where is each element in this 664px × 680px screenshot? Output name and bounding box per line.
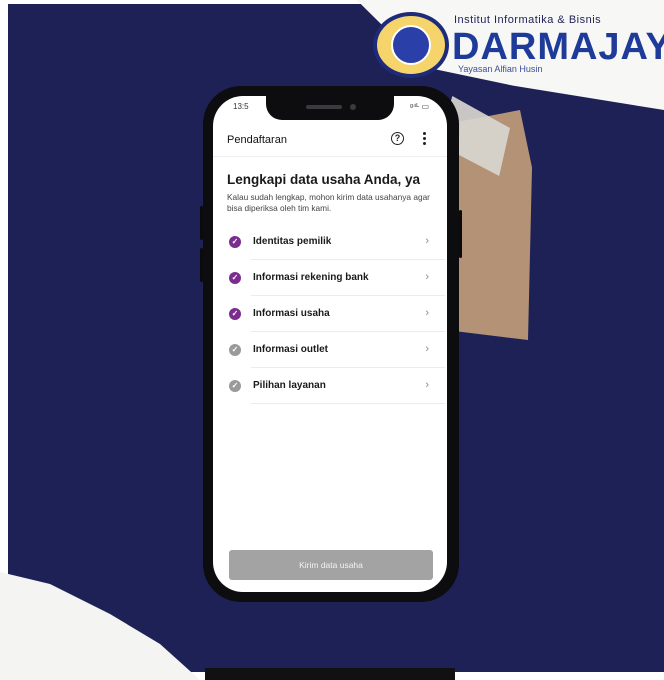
- more-vert-icon[interactable]: [423, 132, 427, 146]
- divider: [251, 403, 445, 404]
- check-circle-icon: ✓: [229, 344, 241, 356]
- checklist-item-informasi-rekening-bank[interactable]: ✓ Informasi rekening bank ›: [213, 260, 447, 296]
- check-circle-icon: ✓: [229, 272, 241, 284]
- section-heading: Lengkapi data usaha Anda, ya: [227, 172, 421, 187]
- volume-button: [200, 248, 203, 282]
- check-circle-icon: ✓: [229, 236, 241, 248]
- checklist-item-label: Identitas pemilik: [253, 236, 332, 247]
- second-phone-edge: [205, 668, 455, 680]
- checklist-item-label: Pilihan layanan: [253, 380, 326, 391]
- camera: [350, 104, 356, 110]
- checklist-item-label: Informasi outlet: [253, 344, 329, 355]
- checklist-item-identitas-pemilik[interactable]: ✓ Identitas pemilik ›: [213, 224, 447, 260]
- help-icon[interactable]: ?: [391, 132, 404, 145]
- power-button: [459, 210, 462, 258]
- chevron-right-icon: ›: [425, 379, 429, 391]
- status-time: 13:5: [233, 102, 249, 111]
- brand-name: DARMAJAYA: [452, 26, 664, 68]
- check-circle-icon: ✓: [229, 308, 241, 320]
- chevron-right-icon: ›: [425, 235, 429, 247]
- checklist-item-label: Informasi usaha: [253, 308, 330, 319]
- checklist: ✓ Identitas pemilik › ✓ Informasi rekeni…: [213, 224, 447, 404]
- checklist-item-informasi-usaha[interactable]: ✓ Informasi usaha ›: [213, 296, 447, 332]
- page-title: Pendaftaran: [227, 134, 287, 146]
- chevron-right-icon: ›: [425, 307, 429, 319]
- chevron-right-icon: ›: [425, 271, 429, 283]
- phone-frame: 13:5 ᵍ⁴ᴸ ▭ Pendaftaran ? Lengkapi data u…: [200, 86, 462, 602]
- speaker: [306, 105, 342, 109]
- brand-foundation: Yayasan Alfian Husin: [458, 64, 543, 74]
- check-circle-icon: ✓: [229, 380, 241, 392]
- checklist-item-pilihan-layanan[interactable]: ✓ Pilihan layanan ›: [213, 368, 447, 404]
- section-description: Kalau sudah lengkap, mohon kirim data us…: [227, 192, 430, 213]
- notch: [266, 96, 394, 120]
- brand-tagline: Institut Informatika & Bisnis: [454, 14, 602, 26]
- chevron-right-icon: ›: [425, 343, 429, 355]
- phone-screen: 13:5 ᵍ⁴ᴸ ▭ Pendaftaran ? Lengkapi data u…: [213, 96, 447, 592]
- logo-emblem-icon: [373, 12, 449, 78]
- checklist-item-label: Informasi rekening bank: [253, 272, 369, 283]
- submit-button[interactable]: Kirim data usaha: [229, 550, 433, 580]
- background-scene: Institut Informatika & Bisnis DARMAJAYA …: [0, 0, 664, 680]
- volume-button: [200, 206, 203, 240]
- app-bar: Pendaftaran ?: [213, 122, 447, 157]
- checklist-item-informasi-outlet[interactable]: ✓ Informasi outlet ›: [213, 332, 447, 368]
- signal-battery-icon: ᵍ⁴ᴸ ▭: [409, 102, 429, 111]
